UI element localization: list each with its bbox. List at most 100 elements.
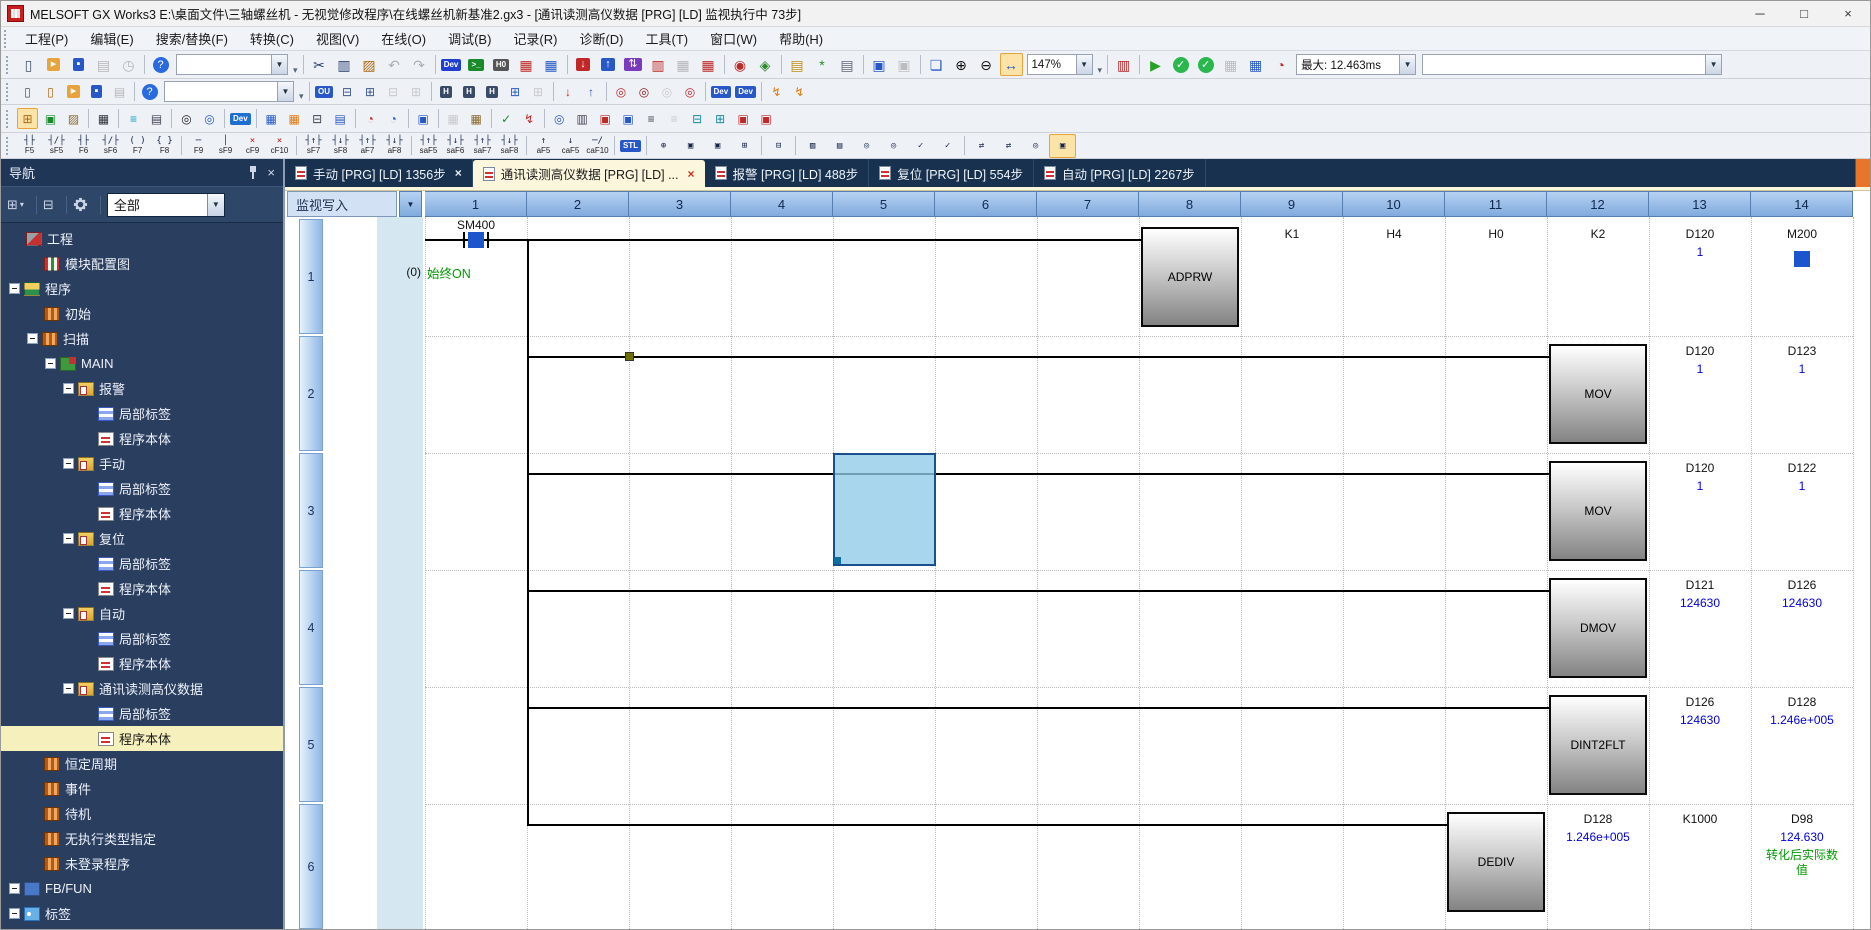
- zoom-out-button[interactable]: ⊖: [975, 53, 998, 76]
- scan-time-combo[interactable]: 最大: 12.463ms▼: [1296, 54, 1416, 75]
- new-file-button[interactable]: ▯: [17, 53, 40, 76]
- find-device-button[interactable]: ◎: [611, 81, 632, 102]
- application-instruction-button[interactable]: { }F8: [151, 134, 178, 158]
- tree-item-通讯读测高仪数据[interactable]: 通讯读测高仪数据: [1, 676, 283, 701]
- operand-device[interactable]: D120: [1649, 461, 1751, 476]
- tree-expander-icon[interactable]: [63, 383, 74, 394]
- snapshot-green-button[interactable]: ◈: [754, 53, 777, 76]
- element-select-combo[interactable]: ▼: [164, 81, 294, 102]
- tree-expander-icon[interactable]: [63, 608, 74, 619]
- navigation-close-icon[interactable]: ×: [267, 165, 275, 180]
- read-from-plc-button[interactable]: ↑: [597, 53, 620, 76]
- closed-branch-button[interactable]: ┤/├sF6: [97, 134, 124, 158]
- tree-expander-icon[interactable]: [9, 908, 20, 919]
- page-blue-button[interactable]: ▯: [17, 81, 38, 102]
- device-memory-button[interactable]: ▦: [515, 53, 538, 76]
- plc-monitor-button[interactable]: ▦: [1244, 53, 1267, 76]
- save-all-button[interactable]: ▪: [86, 81, 107, 102]
- tree-item-初始[interactable]: 初始: [1, 301, 283, 326]
- scan-watch-button[interactable]: ◔: [1269, 53, 1292, 76]
- tree-item-自动[interactable]: 自动: [1, 601, 283, 626]
- tree-item-程序本体[interactable]: 程序本体: [1, 501, 283, 526]
- document-tab-1[interactable]: 手动 [PRG] [LD] 1356步×: [285, 159, 473, 187]
- tree-expander-icon[interactable]: [63, 533, 74, 544]
- device-monitor-window-button[interactable]: >_: [465, 53, 488, 76]
- document-tab-4[interactable]: 复位 [PRG] [LD] 554步: [869, 159, 1034, 187]
- monitor-find-2-button[interactable]: ▥: [572, 108, 593, 129]
- rising-pulse-close-button[interactable]: ┤↑├saF5: [415, 134, 442, 158]
- falling-convert-button[interactable]: ↓caF5: [557, 134, 584, 158]
- menu-item-8[interactable]: 记录(R): [502, 27, 568, 50]
- tree-item-模块配置图[interactable]: 模块配置图: [1, 251, 283, 276]
- statement-h1-button[interactable]: H: [436, 81, 457, 102]
- hand-gray-button[interactable]: ▨: [799, 134, 826, 158]
- operand-device[interactable]: D126: [1751, 578, 1853, 593]
- zoom-fit-button[interactable]: ↔: [1000, 53, 1023, 76]
- close-button[interactable]: ×: [1826, 1, 1870, 26]
- chevron-down-icon[interactable]: ▼: [1705, 55, 1721, 74]
- rising-pulse-button[interactable]: ┤↑├sF7: [300, 134, 327, 158]
- maximize-button[interactable]: □: [1782, 1, 1826, 26]
- pencil-1-button[interactable]: ✓: [907, 134, 934, 158]
- document-tab-2[interactable]: 通讯读测高仪数据 [PRG] [LD] ...×: [473, 160, 705, 187]
- operand-device[interactable]: D120: [1649, 227, 1751, 242]
- remote-operation-button[interactable]: ▥: [647, 53, 670, 76]
- falling-close-branch-button[interactable]: ┤↓├saF8: [496, 134, 523, 158]
- jump-down-button[interactable]: ↓: [558, 81, 579, 102]
- help-button[interactable]: ?: [149, 53, 172, 76]
- delete-vertical-line-button[interactable]: ×cF10: [266, 134, 293, 158]
- doc-list-button[interactable]: ▤: [826, 134, 853, 158]
- stl-instruction-button[interactable]: STL: [619, 134, 642, 157]
- snapshot-white-button[interactable]: ◉: [729, 53, 752, 76]
- save-button[interactable]: ▪: [67, 53, 90, 76]
- find-instruction-button[interactable]: ◎: [634, 81, 655, 102]
- doc-green-2-button[interactable]: ▣: [704, 134, 731, 158]
- menu-item-3[interactable]: 搜索/替换(F): [145, 27, 239, 50]
- tree-item-程序本体[interactable]: 程序本体: [1, 726, 283, 751]
- device-hex-button[interactable]: H0: [490, 53, 513, 76]
- tree-item-程序[interactable]: 程序: [1, 276, 283, 301]
- instruction-block-DINT2FLT[interactable]: DINT2FLT: [1549, 695, 1647, 795]
- device-comment-button[interactable]: Dev: [440, 53, 463, 76]
- tree-item-程序本体[interactable]: 程序本体: [1, 426, 283, 451]
- menu-item-4[interactable]: 转换(C): [239, 27, 305, 50]
- doc-green-1-button[interactable]: ▣: [677, 134, 704, 158]
- paste-button[interactable]: ▨: [358, 53, 381, 76]
- operand-device[interactable]: D98: [1751, 812, 1853, 827]
- toolbar-overflow-icon[interactable]: ▾: [299, 91, 304, 104]
- operand-device[interactable]: H0: [1445, 227, 1547, 242]
- statement-h2-button[interactable]: H: [459, 81, 480, 102]
- minimize-button[interactable]: ─: [1738, 1, 1782, 26]
- tree-item-事件[interactable]: 事件: [1, 776, 283, 801]
- horizontal-line-button[interactable]: ─F9: [185, 134, 212, 158]
- selected-cell[interactable]: [833, 453, 936, 566]
- device-display-1-button[interactable]: Dev: [710, 81, 733, 102]
- operand-device[interactable]: H4: [1343, 227, 1445, 242]
- delete-horizontal-line-button[interactable]: ×cF9: [239, 134, 266, 158]
- help-2-button[interactable]: ?: [139, 81, 160, 102]
- doc-write-red-button[interactable]: ▣: [1049, 134, 1076, 158]
- cross-ref-button[interactable]: OU: [314, 81, 335, 102]
- project-view-toggle-button[interactable]: ⊞: [17, 108, 38, 129]
- tree-expander-icon[interactable]: [9, 883, 20, 894]
- pulse-orange-1-button[interactable]: ↯: [766, 81, 787, 102]
- window-pair-button[interactable]: ⊞: [505, 81, 526, 102]
- copy-button[interactable]: ▥: [333, 53, 356, 76]
- falling-pulse-branch-button[interactable]: ┤↓├aF8: [381, 134, 408, 158]
- tree-item-程序本体[interactable]: 程序本体: [1, 576, 283, 601]
- monitor-mode-cell[interactable]: 监视写入: [287, 191, 397, 217]
- toolbar-overflow-icon[interactable]: ▾: [293, 65, 298, 78]
- document-tab-3[interactable]: 报警 [PRG] [LD] 488步: [705, 159, 870, 187]
- tree-item-标签[interactable]: 标签: [1, 901, 283, 926]
- menu-item-10[interactable]: 工具(T): [635, 27, 700, 50]
- document-stack-button[interactable]: ▤: [836, 53, 859, 76]
- device-display-2-button[interactable]: Dev: [734, 81, 757, 102]
- find-contact-button[interactable]: ◎: [680, 81, 701, 102]
- tree-item-局部标签[interactable]: 局部标签: [1, 476, 283, 501]
- menu-item-5[interactable]: 视图(V): [305, 27, 370, 50]
- tree-filter-combo[interactable]: 全部 ▼: [107, 193, 225, 217]
- tree-expander-icon[interactable]: [45, 358, 56, 369]
- pencil-2-button[interactable]: ✓: [934, 134, 961, 158]
- tree-item-程序本体[interactable]: 程序本体: [1, 651, 283, 676]
- zoom-level-combo[interactable]: 147%▼: [1027, 54, 1093, 75]
